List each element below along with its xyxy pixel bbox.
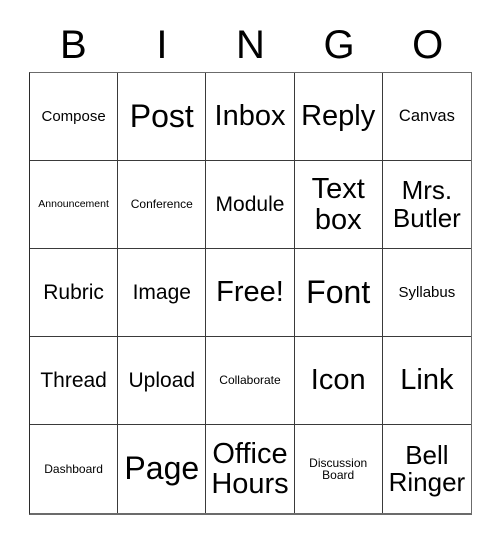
bingo-header-letter-b: B xyxy=(59,23,87,67)
bingo-cell-label: Icon xyxy=(310,364,366,397)
bingo-cell-o2[interactable]: Mrs. Butler xyxy=(382,161,471,249)
bingo-header-row: B I N G O xyxy=(29,18,472,72)
bingo-grid: Compose Post Inbox Reply Canvas Announce… xyxy=(29,72,472,515)
bingo-cell-i3[interactable]: Image xyxy=(118,249,207,337)
bingo-cell-label: Bell Ringer xyxy=(388,439,466,497)
bingo-cell-b4[interactable]: Thread xyxy=(30,337,119,425)
bingo-cell-b1[interactable]: Compose xyxy=(30,73,119,161)
bingo-cell-label: Announcement xyxy=(38,198,109,211)
bingo-cell-label: Font xyxy=(306,273,371,310)
bingo-cell-n1[interactable]: Inbox xyxy=(206,73,295,161)
bingo-header-letter-n: N xyxy=(236,23,265,67)
bingo-cell-label: Dashboard xyxy=(44,461,103,476)
bingo-cell-n4[interactable]: Collaborate xyxy=(206,337,295,425)
bingo-cell-i5[interactable]: Page xyxy=(118,425,207,513)
bingo-cell-label: Collaborate xyxy=(219,373,281,388)
bingo-cell-label: Rubric xyxy=(43,280,104,304)
bingo-cell-label: Mrs. Butler xyxy=(392,175,461,233)
bingo-card: B I N G O Compose Post Inbox Reply Canva… xyxy=(0,0,500,544)
bingo-cell-i2[interactable]: Conference xyxy=(118,161,207,249)
bingo-cell-label: Office Hours xyxy=(211,437,289,500)
bingo-cell-label: Post xyxy=(129,97,194,134)
bingo-cell-o3[interactable]: Syllabus xyxy=(382,249,471,337)
bingo-cell-label: Compose xyxy=(41,107,106,125)
bingo-cell-g5[interactable]: Discussion Board xyxy=(294,425,383,513)
bingo-cell-g3[interactable]: Font xyxy=(294,249,383,337)
bingo-cell-label: Module xyxy=(215,192,285,216)
bingo-cell-label: Reply xyxy=(301,100,376,133)
bingo-cell-label: Syllabus xyxy=(398,283,456,301)
bingo-header-letter-o: O xyxy=(412,23,444,67)
bingo-cell-b5[interactable]: Dashboard xyxy=(30,425,119,513)
bingo-free-space-label: Free! xyxy=(216,276,284,309)
bingo-cell-b3[interactable]: Rubric xyxy=(30,249,119,337)
bingo-cell-label: Text box xyxy=(311,173,365,236)
bingo-cell-label: Page xyxy=(124,450,200,487)
bingo-header-letter-i: I xyxy=(156,23,168,67)
bingo-cell-label: Inbox xyxy=(214,100,286,133)
bingo-cell-free-space[interactable]: Free! xyxy=(206,249,295,337)
bingo-cell-g1[interactable]: Reply xyxy=(294,73,383,161)
bingo-cell-n5[interactable]: Office Hours xyxy=(206,425,295,513)
bingo-cell-b2[interactable]: Announcement xyxy=(30,161,119,249)
bingo-cell-o4[interactable]: Link xyxy=(382,337,471,425)
bingo-cell-o5[interactable]: Bell Ringer xyxy=(382,425,471,513)
bingo-cell-o1[interactable]: Canvas xyxy=(382,73,471,161)
bingo-cell-n2[interactable]: Module xyxy=(206,161,295,249)
bingo-cell-g4[interactable]: Icon xyxy=(294,337,383,425)
bingo-cell-label: Canvas xyxy=(398,106,455,125)
bingo-cell-label: Conference xyxy=(130,197,193,212)
bingo-cell-label: Thread xyxy=(40,368,107,392)
bingo-header-letter-g: G xyxy=(323,23,355,67)
bingo-cell-label: Upload xyxy=(128,368,196,392)
bingo-cell-i1[interactable]: Post xyxy=(118,73,207,161)
bingo-cell-g2[interactable]: Text box xyxy=(294,161,383,249)
bingo-cell-label: Link xyxy=(400,364,454,397)
bingo-cell-label: Image xyxy=(132,280,191,304)
bingo-cell-i4[interactable]: Upload xyxy=(118,337,207,425)
bingo-cell-label: Discussion Board xyxy=(309,455,368,482)
